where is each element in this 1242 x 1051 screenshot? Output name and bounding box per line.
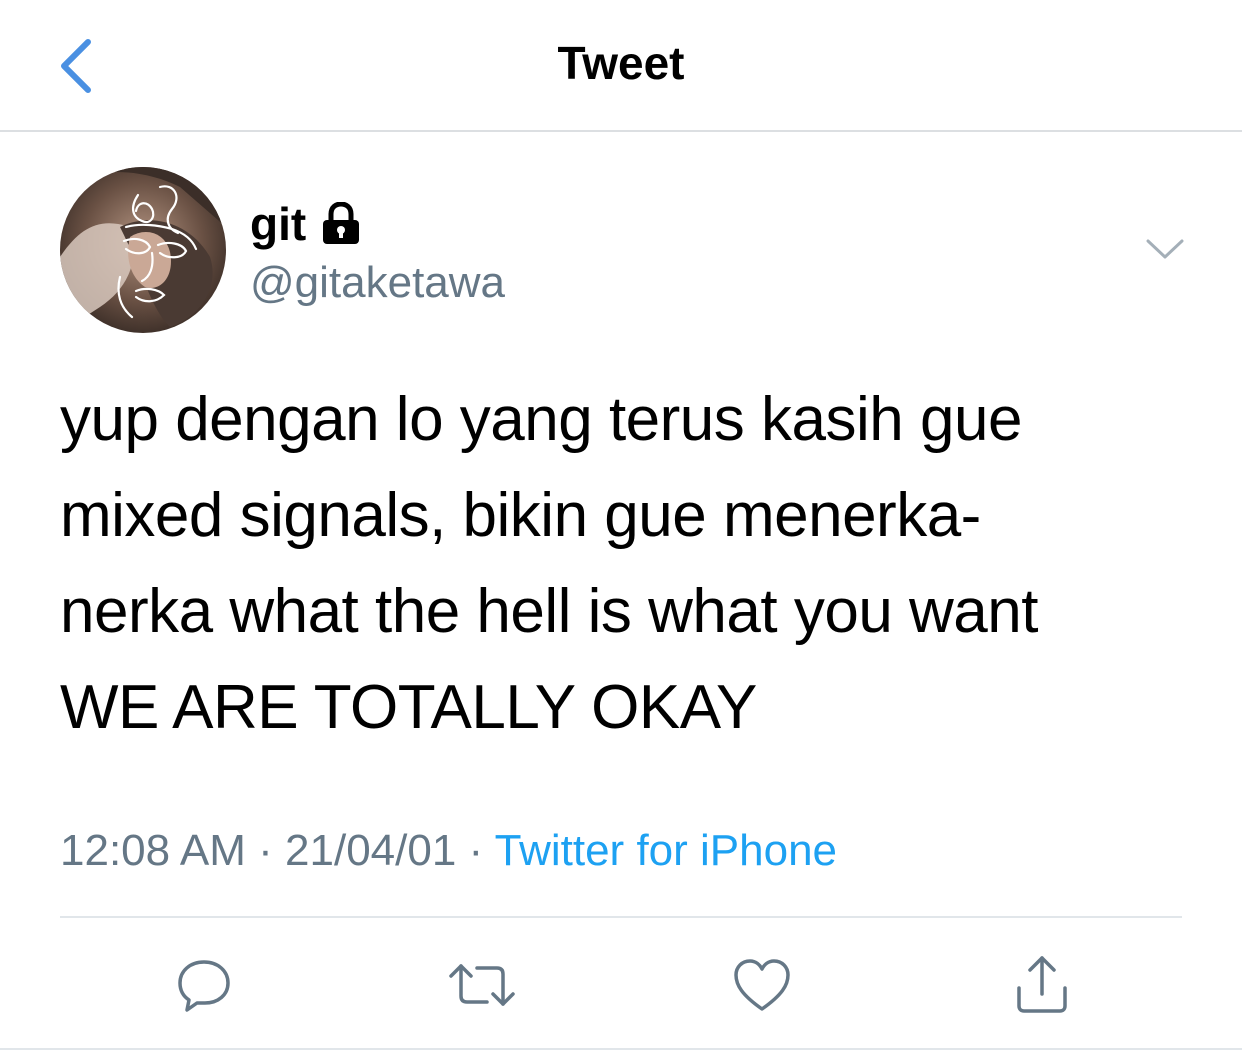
reply-icon bbox=[178, 960, 230, 1012]
divider bbox=[60, 916, 1182, 918]
action-bar bbox=[0, 945, 1242, 1025]
tweet-metadata: 12:08 AM · 21/04/01 · Twitter for iPhone bbox=[60, 826, 837, 876]
tweet-line: WE ARE TOTALLY OKAY bbox=[60, 673, 757, 742]
meta-separator: · bbox=[468, 826, 484, 875]
tweet-time: 12:08 AM bbox=[60, 826, 246, 875]
retweet-icon bbox=[449, 964, 515, 1006]
heart-icon bbox=[734, 959, 790, 1011]
avatar[interactable] bbox=[60, 167, 226, 333]
share-button[interactable] bbox=[1002, 945, 1082, 1025]
retweet-button[interactable] bbox=[442, 945, 522, 1025]
lock-icon bbox=[320, 201, 364, 247]
like-button[interactable] bbox=[722, 945, 802, 1025]
tweet-text: yup dengan lo yang terus kasih gue mixed… bbox=[60, 372, 1180, 756]
tweet-line: nerka what the hell is what you want bbox=[60, 577, 1039, 646]
display-name-row: git bbox=[250, 192, 505, 256]
profile-photo bbox=[60, 167, 226, 333]
tweet-line: yup dengan lo yang terus kasih gue bbox=[60, 385, 1022, 454]
meta-separator: · bbox=[258, 826, 273, 875]
tweet-date: 21/04/01 bbox=[285, 826, 457, 875]
bottom-divider bbox=[0, 1048, 1242, 1050]
more-options-button[interactable] bbox=[1144, 232, 1186, 266]
chevron-down-icon bbox=[1146, 239, 1184, 259]
share-icon bbox=[1017, 956, 1067, 1013]
tweet-line: mixed signals, bikin gue menerka- bbox=[60, 481, 981, 550]
page-title: Tweet bbox=[557, 37, 685, 89]
user-handle: @gitaketawa bbox=[250, 258, 506, 307]
tweet-source-link[interactable]: Twitter for iPhone bbox=[495, 826, 837, 875]
display-name: git bbox=[250, 198, 307, 250]
reply-button[interactable] bbox=[164, 945, 244, 1025]
user-info[interactable]: git @gitaketawa bbox=[250, 192, 505, 308]
nav-bar: Tweet bbox=[0, 0, 1242, 132]
